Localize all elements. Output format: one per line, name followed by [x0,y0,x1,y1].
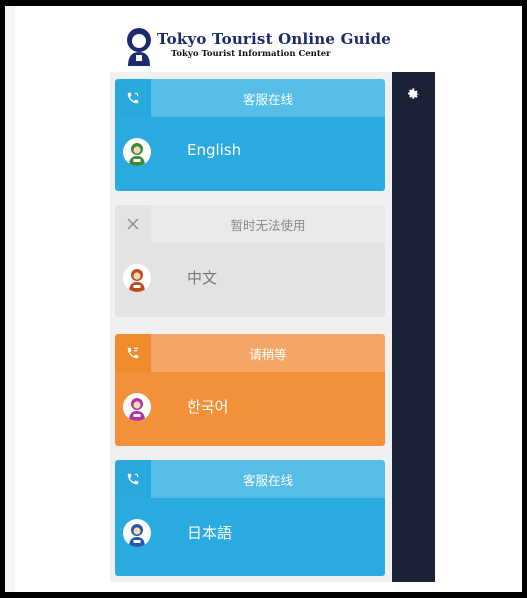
card-body: 日本語 [115,498,385,576]
phone-wait-icon [127,347,139,359]
side-panel [392,72,435,582]
operator-avatar [123,264,151,292]
status-label: 请稍等 [151,334,385,372]
language-card-english[interactable]: 客服在线 English [115,79,385,191]
language-label: 한국어 [187,398,229,416]
phone-icon [127,92,139,104]
brand-subtitle: Tokyo Tourist Information Center [171,49,331,59]
operator-avatar [123,138,151,166]
card-body: 中文 [115,243,385,317]
language-card-korean[interactable]: 请稍等 한국어 [115,334,385,446]
close-icon [127,218,139,230]
language-card-japanese[interactable]: 客服在线 日本語 [115,460,385,576]
card-header: 暂时无法使用 [115,205,385,243]
guide-mascot-icon [127,28,151,66]
operator-avatar [123,393,151,421]
card-body: 한국어 [115,372,385,446]
status-label: 暂时无法使用 [151,205,385,243]
status-label: 客服在线 [151,460,385,498]
card-header: 客服在线 [115,79,385,117]
brand-title: Tokyo Tourist Online Guide [157,30,392,48]
language-label: 日本語 [187,524,233,542]
card-body: English [115,117,385,191]
page-scroll-rail [5,6,15,592]
language-label: English [187,141,242,159]
gear-icon[interactable] [406,86,420,100]
phone-icon [127,473,139,485]
status-label: 客服在线 [151,79,385,117]
operator-avatar [123,519,151,547]
language-card-chinese[interactable]: 暂时无法使用 中文 [115,205,385,317]
card-header: 客服在线 [115,460,385,498]
card-header: 请稍等 [115,334,385,372]
language-label: 中文 [187,269,218,287]
